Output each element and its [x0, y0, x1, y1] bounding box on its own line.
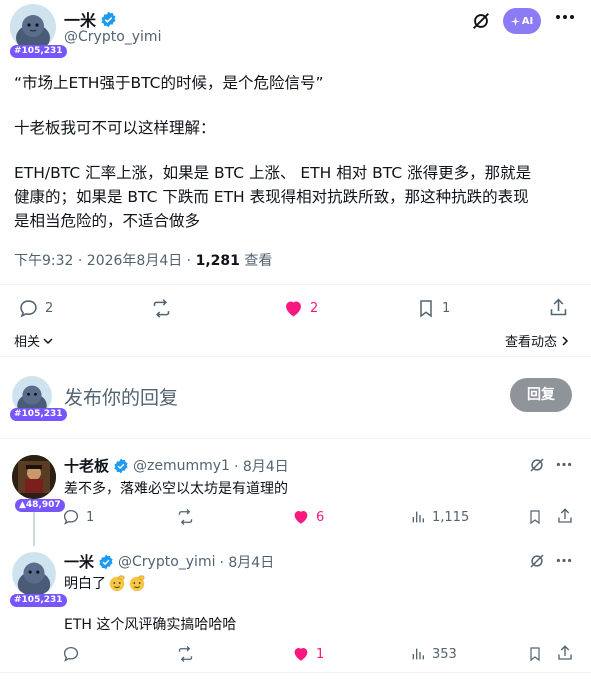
retweet-icon	[178, 509, 193, 525]
reply-date[interactable]: · 8月4日	[234, 456, 289, 476]
analytics-icon	[412, 511, 424, 523]
post-text-line: 是相当危险的，不适合做多	[14, 212, 201, 230]
grok-icon[interactable]	[470, 10, 492, 32]
ai-button[interactable]: AI	[503, 8, 541, 34]
verified-icon	[98, 554, 114, 570]
reply-text: 明白了	[64, 576, 106, 592]
reply-author-avatar[interactable]	[12, 455, 56, 499]
author-avatar[interactable]	[10, 4, 56, 50]
post-meta: 下午9:32 · 2026年8月4日 · 1,281 查看	[14, 250, 272, 270]
post-text-line: ETH/BTC 汇率上涨，如果是 BTC 上涨、 ETH 相对 BTC 涨得更多…	[14, 164, 532, 182]
reply-action[interactable]	[62, 645, 86, 663]
flame-icon: ▲	[19, 500, 26, 510]
ai-label: AI	[521, 15, 534, 27]
reply-button[interactable]: 回复	[510, 378, 572, 412]
like-count: 2	[310, 301, 319, 316]
bookmark-icon	[530, 510, 540, 525]
share-action[interactable]	[556, 644, 574, 662]
analytics-icon	[412, 648, 424, 660]
reply-icon	[20, 300, 37, 318]
share-action[interactable]	[548, 297, 569, 318]
bookmark-count: 1	[442, 301, 451, 316]
retweet-action[interactable]	[176, 645, 201, 663]
reply-input[interactable]: 发布你的回复	[64, 383, 178, 410]
view-count: 1,281	[195, 253, 240, 269]
post-text-line: 健康的；如果是 BTC 下跌而 ETH 表现得相对抗跌所致，那这种抗跌的表现	[14, 188, 529, 206]
author-name[interactable]: 一米	[64, 7, 96, 31]
like-count: 1	[316, 646, 325, 662]
view-label: 查看	[239, 253, 273, 269]
bookmark-action[interactable]	[527, 508, 543, 526]
like-action[interactable]: 1	[292, 645, 324, 663]
views-count: 353	[432, 646, 457, 662]
reply-icon	[63, 646, 79, 662]
author-handle[interactable]: @Crypto_yimi	[64, 29, 161, 45]
heart-icon	[294, 511, 308, 524]
reply-icon	[63, 509, 79, 525]
grok-icon[interactable]	[528, 456, 546, 474]
user-rank-badge: ▲48,907	[15, 499, 65, 512]
retweet-icon	[153, 299, 170, 318]
heart-icon	[286, 301, 301, 317]
reply-author-handle[interactable]: @zemummy1	[133, 458, 230, 474]
post-text-line: 十老板我可不可以这样理解：	[14, 119, 216, 137]
user-rank-badge: #105,231	[10, 408, 67, 421]
thread-line	[33, 512, 35, 546]
reply-action[interactable]: 1	[62, 508, 94, 526]
retweet-icon	[178, 646, 193, 662]
verified-icon	[100, 11, 117, 28]
reply-count: 1	[86, 509, 95, 525]
share-icon	[558, 645, 572, 660]
reply-text: ETH 这个风评确实搞哈哈哈	[64, 617, 237, 633]
reply-count: 2	[45, 301, 54, 316]
reply-author-name[interactable]: 十老板	[64, 455, 109, 476]
salute-emoji-icon	[109, 575, 125, 592]
reply-author-name[interactable]: 一米	[64, 551, 94, 572]
user-rank-badge: #105,231	[10, 45, 67, 58]
post-text-line: “市场上ETH强于BTC的时候，是个危险信号”	[14, 74, 324, 92]
retweet-action[interactable]	[150, 298, 179, 319]
reply-author-handle[interactable]: @Crypto_yimi	[118, 554, 215, 570]
like-action[interactable]: 6	[292, 508, 324, 526]
post-timestamp[interactable]: 下午9:32 · 2026年8月4日 ·	[14, 253, 196, 269]
views-count: 1,115	[432, 509, 470, 525]
user-rank-badge: #105,231	[10, 594, 67, 607]
bookmark-action[interactable]	[527, 645, 543, 663]
bookmark-action[interactable]: 1	[416, 298, 450, 319]
bookmark-icon	[530, 647, 540, 662]
like-action[interactable]: 2	[283, 298, 318, 319]
heart-icon	[294, 648, 308, 661]
reply-date[interactable]: · 8月4日	[219, 552, 274, 572]
chevron-down-icon	[43, 337, 53, 344]
reply-author-avatar[interactable]	[12, 552, 56, 596]
more-options-icon[interactable]	[555, 14, 575, 20]
view-activity-link[interactable]: 查看动态	[505, 331, 570, 350]
share-icon	[558, 508, 572, 523]
verified-icon	[113, 458, 129, 474]
bookmark-icon	[420, 300, 432, 318]
view-activity-label: 查看动态	[505, 335, 558, 350]
more-options-icon[interactable]	[556, 558, 572, 563]
retweet-action[interactable]	[176, 508, 201, 526]
share-action[interactable]	[556, 507, 574, 525]
share-icon	[550, 298, 567, 316]
reply-action[interactable]: 2	[18, 298, 53, 319]
sparkle-icon	[510, 16, 520, 26]
views-action[interactable]: 1,115	[410, 508, 469, 526]
views-action[interactable]: 353	[410, 645, 457, 663]
salute-emoji-icon	[129, 575, 145, 592]
like-count: 6	[316, 509, 325, 525]
related-dropdown[interactable]: 相关	[14, 331, 54, 350]
reply-text: 差不多，落难必空以太坊是有道理的	[64, 481, 288, 497]
grok-icon[interactable]	[528, 552, 546, 570]
chevron-right-icon	[562, 335, 569, 346]
related-label: 相关	[14, 335, 41, 350]
more-options-icon[interactable]	[556, 462, 572, 467]
